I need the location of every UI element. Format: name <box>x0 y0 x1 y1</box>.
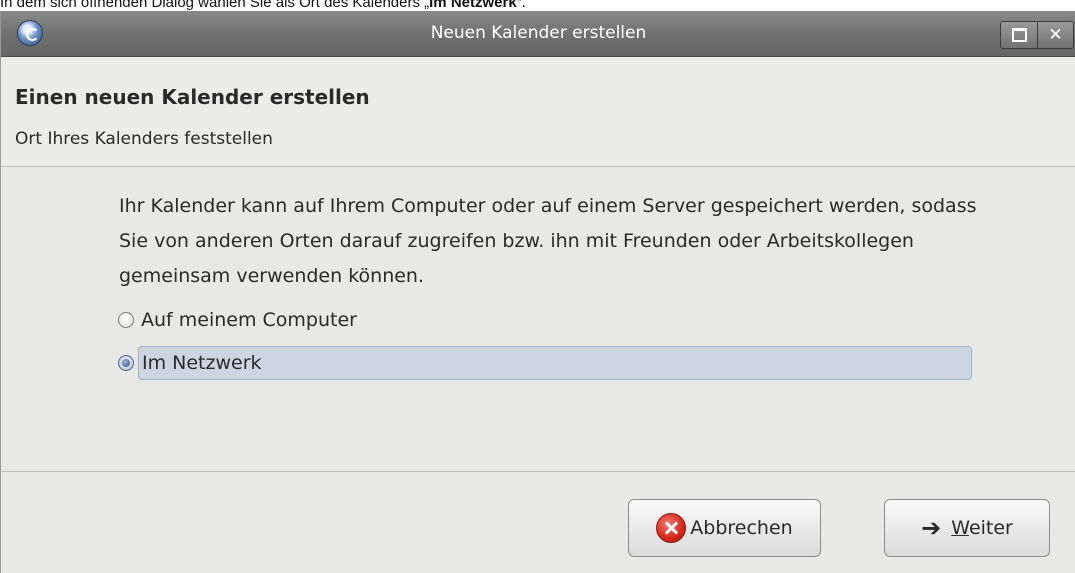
dialog-window: Neuen Kalender erstellen ✕ Einen neuen K… <box>0 11 1075 573</box>
next-button-label: Weiter <box>951 517 1013 539</box>
cancel-icon <box>656 513 687 543</box>
wizard-header: Einen neuen Kalender erstellen Ort Ihres… <box>1 57 1075 167</box>
cancel-button[interactable]: Abbrechen <box>628 499 821 557</box>
radio-option-computer[interactable]: Auf meinem Computer <box>118 305 357 335</box>
thunderbird-icon[interactable] <box>17 20 43 46</box>
radio-label-network[interactable]: Im Netzwerk <box>138 346 972 380</box>
radio-button-network[interactable] <box>118 355 134 371</box>
title-bar[interactable]: Neuen Kalender erstellen ✕ <box>1 11 1075 57</box>
maximize-icon <box>1011 28 1027 42</box>
radio-label-computer[interactable]: Auf meinem Computer <box>141 305 357 335</box>
page-subtitle: Ort Ihres Kalenders feststellen <box>15 129 273 149</box>
caption-suffix: “. <box>516 0 526 11</box>
arrow-right-icon: ➔ <box>921 514 942 542</box>
close-icon: ✕ <box>1048 25 1063 45</box>
close-button[interactable]: ✕ <box>1037 22 1073 48</box>
window-controls: ✕ <box>1000 21 1074 49</box>
next-button-mnemonic: W <box>951 517 969 539</box>
caption-prefix: In dem sich öffnenden Dialog wählen Sie … <box>0 0 430 11</box>
page-title: Einen neuen Kalender erstellen <box>15 85 370 109</box>
next-button-label-rest: eiter <box>968 517 1013 539</box>
description-text: Ihr Kalender kann auf Ihrem Computer ode… <box>119 195 977 287</box>
footer-divider <box>1 471 1075 472</box>
radio-option-network[interactable]: Im Netzwerk <box>118 346 972 380</box>
cancel-button-label: Abbrechen <box>690 517 793 539</box>
next-button[interactable]: ➔ Weiter <box>884 499 1050 557</box>
window-title: Neuen Kalender erstellen <box>430 23 647 43</box>
caption-bold: Im Netzwerk <box>429 0 517 11</box>
radio-button-computer[interactable] <box>118 312 134 328</box>
maximize-button[interactable] <box>1001 22 1037 48</box>
